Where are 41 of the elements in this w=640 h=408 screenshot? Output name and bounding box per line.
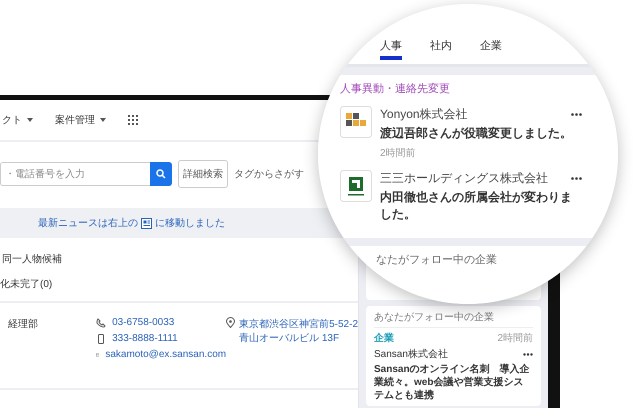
- notice-text: に移動しました: [155, 217, 225, 230]
- company-logo-icon: [340, 106, 372, 138]
- search-icon: [156, 169, 166, 179]
- notice-text: 最新ニュースは右上の: [38, 216, 138, 230]
- status-label: 化未完了(0): [0, 278, 54, 291]
- tab[interactable]: 人事: [380, 34, 402, 60]
- card-heading: あなたがフォロー中の企業: [374, 310, 533, 328]
- nav-menu-item[interactable]: 案件管理: [55, 113, 106, 127]
- company-name: 三三ホールディングス株式会社: [380, 170, 548, 187]
- category-label: 企業: [374, 332, 394, 345]
- nav-menu-item[interactable]: クト: [2, 113, 33, 127]
- address-link[interactable]: 青山オーバルビル 13F: [239, 331, 358, 345]
- news-headline[interactable]: Sansanのオンライン名刺 導入企業続々。web会議や営業支援システムとも連携: [374, 363, 533, 402]
- mobile-icon: [96, 334, 106, 344]
- company-name: Sansan株式会社: [374, 348, 448, 361]
- department-text: 経理部: [8, 318, 39, 332]
- caret-icon: [27, 118, 33, 122]
- news-icon: [141, 218, 152, 228]
- tab[interactable]: 企業: [480, 34, 502, 60]
- company-logo-icon: [340, 170, 372, 202]
- candidates-label: 同一人物候補: [2, 252, 63, 266]
- news-message[interactable]: 内田徹也さんの所属会社が変わりました。: [380, 188, 582, 222]
- location-pin-icon: [226, 317, 236, 328]
- timestamp: 2時間前: [380, 146, 417, 160]
- company-name: Yonyon株式会社: [380, 106, 468, 123]
- news-message[interactable]: 渡辺吾郎さんが役職変更しました。: [380, 125, 582, 142]
- mail-icon: [96, 350, 100, 358]
- section-heading: 人事異動・連絡先変更: [340, 82, 451, 96]
- tag-search-dropdown[interactable]: タグからさがす: [234, 167, 304, 181]
- detail-search-button[interactable]: 詳細検索: [178, 160, 228, 188]
- search-button[interactable]: [150, 162, 172, 186]
- apps-grid-icon[interactable]: [128, 115, 138, 125]
- caret-icon: [100, 118, 106, 122]
- mobile-link[interactable]: 333-8888-1111: [112, 333, 178, 344]
- phone-link[interactable]: 03-6758-0033: [112, 317, 174, 328]
- phone-icon: [96, 318, 106, 328]
- tab[interactable]: 社内: [430, 34, 452, 60]
- address-link[interactable]: 東京都渋谷区神宮前5-52-2: [239, 317, 358, 331]
- search-field[interactable]: ・電話番号を入力: [0, 162, 150, 186]
- email-link[interactable]: sakamoto@ex.sansan.com: [105, 349, 226, 360]
- timestamp: 2時間前: [497, 332, 533, 345]
